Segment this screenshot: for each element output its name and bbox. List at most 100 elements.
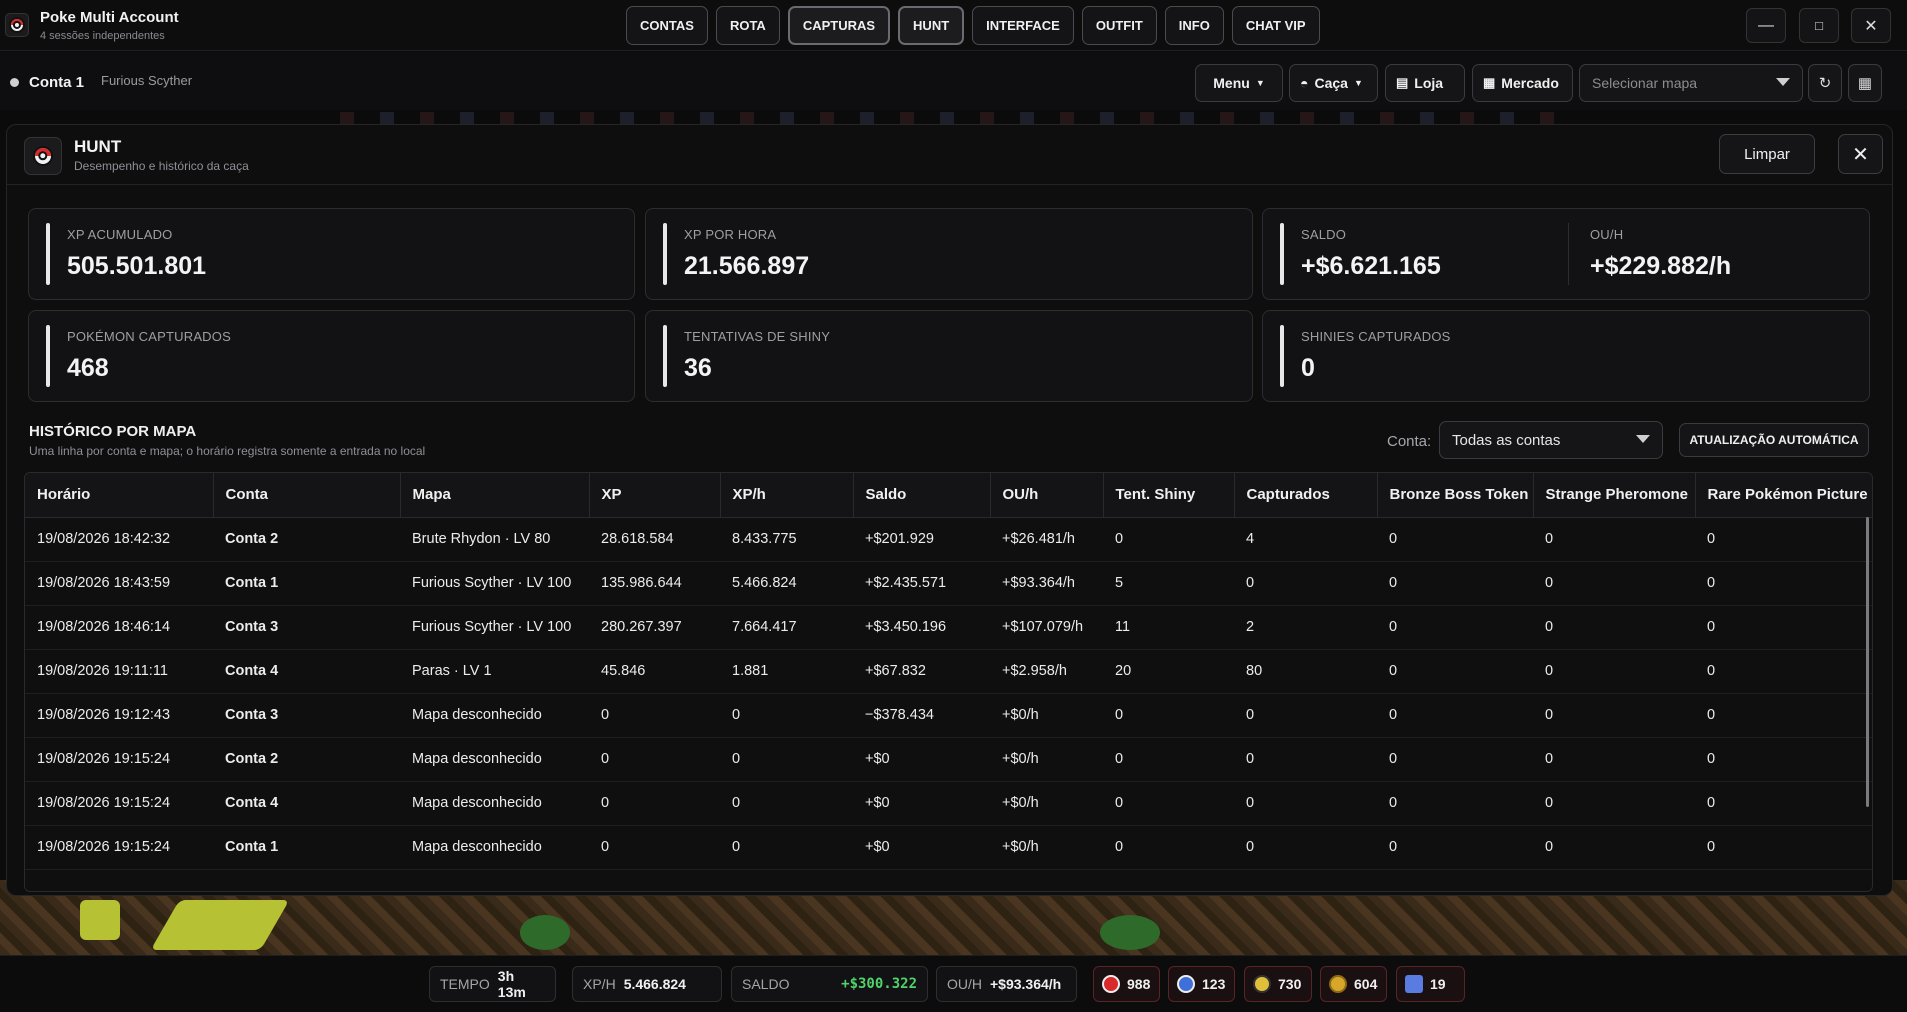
nav-outfit[interactable]: OUTFIT — [1081, 6, 1157, 45]
column-header[interactable]: OU/h — [990, 473, 1104, 518]
table-cell: 0 — [1533, 825, 1695, 870]
column-header[interactable]: Conta — [213, 473, 401, 518]
stat-card-shinies: SHINIES CAPTURADOS 0 — [1262, 310, 1870, 402]
stat-value: 21.566.897 — [684, 252, 810, 280]
table-cell: 0 — [589, 825, 720, 870]
table-cell: 280.267.397 — [589, 605, 720, 650]
table-cell: 80 — [1234, 649, 1377, 694]
table-cell: 0 — [1533, 693, 1695, 738]
table-cell: +$0/h — [990, 825, 1103, 870]
maximize-button[interactable]: □ — [1799, 8, 1839, 43]
stat-value: 0 — [1301, 354, 1315, 382]
chevron-down-icon: ▼ — [1353, 78, 1363, 88]
history-subtitle: Uma linha por conta e mapa; o horário re… — [29, 444, 426, 458]
mercado-button[interactable]: ▦ Mercado — [1472, 64, 1573, 102]
table-cell: 0 — [1533, 737, 1695, 782]
column-header[interactable]: Strange Pheromone — [1533, 473, 1696, 518]
app-title: Poke Multi Account — [40, 9, 179, 26]
stat-value: +$6.621.165 — [1301, 252, 1441, 280]
table-row[interactable]: 19/08/2026 19:11:11 Conta 4 Paras · LV 1 45… — [25, 649, 1872, 694]
auto-update-button[interactable]: ATUALIZAÇÃO AUTOMÁTICA — [1679, 423, 1869, 457]
table-cell: +$201.929 — [853, 517, 990, 562]
app-logo — [5, 13, 29, 37]
nav-chat-vip[interactable]: CHAT VIP — [1231, 6, 1320, 45]
table-cell: Paras · LV 1 — [400, 649, 589, 694]
menu-button[interactable]: Menu ▼ — [1195, 64, 1283, 102]
bush — [520, 915, 570, 950]
stat-card-saldo: SALDO +$6.621.165 OU/H +$229.882/h — [1262, 208, 1870, 300]
table-cell: 0 — [1377, 737, 1533, 782]
column-header[interactable]: Capturados — [1234, 473, 1378, 518]
table-row[interactable]: 19/08/2026 19:15:24 Conta 2 Mapa desconhec… — [25, 737, 1872, 782]
table-scrollbar[interactable] — [1866, 517, 1869, 807]
loja-button[interactable]: ▤ Loja — [1385, 64, 1465, 102]
close-panel-button[interactable]: ✕ — [1838, 134, 1883, 174]
close-window-button[interactable]: ✕ — [1851, 8, 1891, 43]
table-cell: +$0/h — [990, 693, 1103, 738]
column-header[interactable]: Mapa — [400, 473, 590, 518]
refresh-button[interactable]: ↻ — [1808, 64, 1842, 102]
column-header[interactable]: Saldo — [853, 473, 991, 518]
status-label: SALDO — [742, 976, 790, 992]
table-cell: 0 — [720, 693, 853, 738]
nav-contas[interactable]: CONTAS — [626, 6, 708, 45]
hunt-logo — [24, 137, 62, 175]
table-cell: Brute Rhydon · LV 80 — [400, 517, 589, 562]
table-cell: +$3.450.196 — [853, 605, 990, 650]
table-cell: 0 — [1103, 737, 1234, 782]
table-cell: Conta 1 — [213, 825, 400, 870]
account-filter-select[interactable]: Todas as contas — [1439, 421, 1663, 459]
table-cell: 0 — [1695, 517, 1872, 562]
star-icon — [1405, 975, 1423, 993]
nav-hunt[interactable]: HUNT — [898, 6, 965, 45]
grid-button[interactable]: ▦ — [1848, 64, 1882, 102]
map-select-placeholder: Selecionar mapa — [1592, 75, 1698, 91]
table-cell: 0 — [1695, 561, 1872, 606]
resource-value: 988 — [1127, 976, 1151, 992]
table-cell: +$107.079/h — [990, 605, 1103, 650]
column-header[interactable]: XP/h — [720, 473, 854, 518]
table-cell: 0 — [589, 693, 720, 738]
column-header[interactable]: Rare Pokémon Picture — [1695, 473, 1872, 518]
table-cell: 0 — [1533, 561, 1695, 606]
table-cell: 19/08/2026 18:43:59 — [25, 561, 213, 606]
caca-label: Caça — [1314, 75, 1348, 91]
table-cell: +$0 — [853, 825, 990, 870]
table-cell: Mapa desconhecido — [400, 781, 589, 826]
column-header[interactable]: Tent. Shiny — [1103, 473, 1235, 518]
panel-title: HUNT — [74, 137, 122, 156]
minimize-button[interactable]: — — [1746, 8, 1786, 43]
nav-rota[interactable]: ROTA — [715, 6, 780, 45]
column-header[interactable]: Horário — [25, 473, 214, 518]
table-cell: Conta 4 — [213, 649, 400, 694]
stat-label: OU/H — [1590, 227, 1624, 242]
nav-info[interactable]: INFO — [1164, 6, 1224, 45]
table-row[interactable]: 19/08/2026 19:12:43 Conta 3 Mapa desconhec… — [25, 693, 1872, 738]
shop-icon: ▤ — [1396, 75, 1409, 90]
clear-button[interactable]: Limpar — [1719, 134, 1815, 174]
column-header[interactable]: XP — [589, 473, 721, 518]
resource-greatball: 123 — [1168, 966, 1235, 1002]
table-row[interactable]: 19/08/2026 18:43:59 Conta 1 Furious Scythe… — [25, 561, 1872, 606]
table-row[interactable]: 19/08/2026 19:15:24 Conta 4 Mapa desconhec… — [25, 781, 1872, 826]
account-name: Conta 1 — [29, 74, 85, 91]
table-row[interactable]: 19/08/2026 18:42:32 Conta 2 Brute Rhydon ·… — [25, 517, 1872, 562]
table-row[interactable]: 19/08/2026 19:15:24 Conta 1 Mapa desconhec… — [25, 825, 1872, 870]
stat-value: 468 — [67, 354, 109, 382]
table-cell: Conta 2 — [213, 517, 400, 562]
table-cell: −$378.434 — [853, 693, 990, 738]
nav-interface[interactable]: INTERFACE — [972, 6, 1074, 45]
table-cell: +$2.958/h — [990, 649, 1103, 694]
table-cell: Furious Scyther · LV 100 — [400, 561, 589, 606]
table-cell: Conta 4 — [213, 781, 400, 826]
table-cell: 0 — [1234, 737, 1377, 782]
nav-capturas[interactable]: CAPTURAS — [787, 6, 891, 45]
coin-icon — [1329, 975, 1347, 993]
caca-button[interactable]: ◓ Caça ▼ — [1289, 64, 1378, 102]
table-row[interactable]: 19/08/2026 18:46:14 Conta 3 Furious Scythe… — [25, 605, 1872, 650]
table-cell: 0 — [1377, 649, 1533, 694]
column-header[interactable]: Bronze Boss Token — [1377, 473, 1534, 518]
status-saldo: SALDO +$300.322 — [731, 966, 928, 1002]
table-cell: 0 — [1695, 781, 1872, 826]
map-select[interactable]: Selecionar mapa — [1579, 64, 1803, 102]
